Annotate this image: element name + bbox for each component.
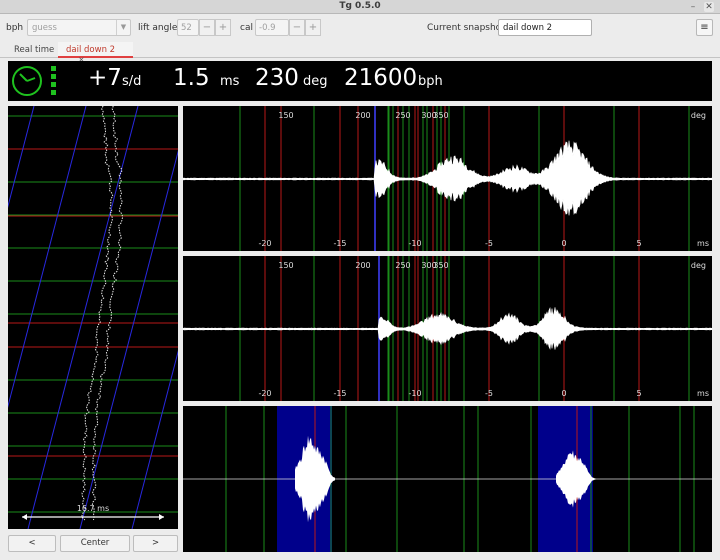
period-waveform-panel: [183, 406, 712, 552]
rate-unit: s/d: [122, 74, 142, 89]
snapshot-name-field[interactable]: dail down 2: [498, 19, 592, 36]
lift-angle-increment-button[interactable]: +: [215, 19, 231, 36]
strip-scale-arrow-left: [22, 514, 27, 520]
ms-tick-label: -5: [485, 239, 493, 248]
deg-unit-label: deg: [691, 261, 706, 270]
title-bar: Tg 0.5.0 – ✕: [0, 0, 720, 14]
ms-unit-label: ms: [697, 389, 709, 398]
strip-diagonal-line: [27, 105, 139, 530]
bph-label: bph: [6, 23, 24, 33]
toc-waveform-panel: 150 200 250 300 350 deg -20 -15 -10 -5 0 5 ms: [182, 256, 713, 401]
strip-diagonal-line: [0, 105, 35, 239]
tab-label: Real time: [14, 45, 55, 55]
tab-label: dail down 2: [66, 45, 116, 55]
bph-readout-value: 21600: [344, 65, 418, 91]
deg-tick-label: 150: [278, 261, 293, 270]
lift-angle-label: lift angle: [138, 23, 178, 33]
rate-value: +7: [88, 65, 122, 91]
cal-input[interactable]: -0.9: [255, 19, 289, 36]
deg-tick-label: 350: [433, 111, 448, 120]
strip-trace: [81, 105, 114, 521]
tab-bar: Real time dail down 2 ×: [0, 42, 720, 64]
previous-button[interactable]: <: [8, 535, 56, 552]
ms-tick-label: -10: [408, 239, 421, 248]
lift-angle-input[interactable]: 52: [177, 19, 199, 36]
bph-select-value: guess: [32, 23, 57, 33]
ms-unit-label: ms: [697, 239, 709, 248]
deg-tick-label: 200: [355, 261, 370, 270]
tic-waveform-panel: 150 200 250 300 350 deg -20 -15 -10 -5 0 5 ms: [182, 106, 713, 251]
paperstrip-plot: 16.7 ms: [0, 105, 347, 530]
minimize-icon[interactable]: –: [688, 2, 698, 12]
amplitude-unit: deg: [303, 74, 328, 89]
deg-tick-label: 250: [395, 111, 410, 120]
ms-tick-label: 0: [561, 389, 566, 398]
ms-tick-label: -15: [333, 389, 346, 398]
strip-trace: [91, 105, 124, 521]
lift-angle-decrement-button[interactable]: −: [199, 19, 215, 36]
beat-error-unit: ms: [220, 74, 240, 89]
ms-tick-label: -5: [485, 389, 493, 398]
deg-tick-label: 150: [278, 111, 293, 120]
center-button[interactable]: Center: [60, 535, 130, 552]
menu-icon[interactable]: ≡: [696, 19, 713, 36]
deg-tick-label: 200: [355, 111, 370, 120]
paperstrip-panel[interactable]: 16.7 ms: [0, 105, 347, 530]
close-icon[interactable]: ✕: [704, 2, 714, 12]
deg-tick-label: 350: [433, 261, 448, 270]
ms-tick-label: -20: [258, 239, 271, 248]
window-title: Tg 0.5.0: [339, 1, 381, 11]
tab-dail-down-2[interactable]: dail down 2 ×: [58, 42, 133, 64]
ms-tick-label: -20: [258, 389, 271, 398]
next-button[interactable]: >: [133, 535, 178, 552]
ms-tick-label: 5: [636, 389, 641, 398]
strip-diagonal-line: [131, 105, 243, 530]
chevron-down-icon: ▼: [116, 20, 130, 35]
beat-error-value: 1.5: [173, 65, 210, 91]
ms-tick-label: 0: [561, 239, 566, 248]
deg-tick-label: 250: [395, 261, 410, 270]
bph-select[interactable]: guess ▼: [27, 19, 131, 36]
amplitude-value: 230: [255, 65, 299, 91]
bph-readout-unit: bph: [418, 74, 443, 89]
waveform-envelope: [182, 140, 713, 216]
tic-waveform-plot: 150 200 250 300350 deg-20 -15 -10 -5 0 5 ms: [182, 106, 713, 251]
deg-unit-label: deg: [691, 111, 706, 120]
cal-decrement-button[interactable]: −: [289, 19, 305, 36]
tab-real-time[interactable]: Real time: [6, 42, 62, 58]
readout-bar: +7 s/d 1.5 ms 230 deg 21600 bph: [8, 61, 712, 101]
ms-tick-label: 5: [636, 239, 641, 248]
ms-tick-label: -15: [333, 239, 346, 248]
cal-label: cal: [240, 23, 253, 33]
ms-tick-label: -10: [408, 389, 421, 398]
waveform-envelope: [182, 307, 713, 350]
paperstrip-scale-label: 16.7 ms: [77, 504, 109, 513]
toc-waveform-plot: 150 200 250 300350 deg-20 -15 -10 -5 0 5 ms: [182, 256, 713, 401]
period-waveform-plot: [183, 406, 712, 552]
toolbar: bph guess ▼ lift angle 52 − + cal -0.9 −…: [0, 14, 720, 42]
strip-scale-arrow-right: [159, 514, 164, 520]
clock-status-icon: [12, 66, 56, 96]
cal-increment-button[interactable]: +: [305, 19, 321, 36]
strip-diagonal-line: [0, 105, 87, 439]
current-snapshot-label: Current snapshot:: [427, 23, 508, 33]
